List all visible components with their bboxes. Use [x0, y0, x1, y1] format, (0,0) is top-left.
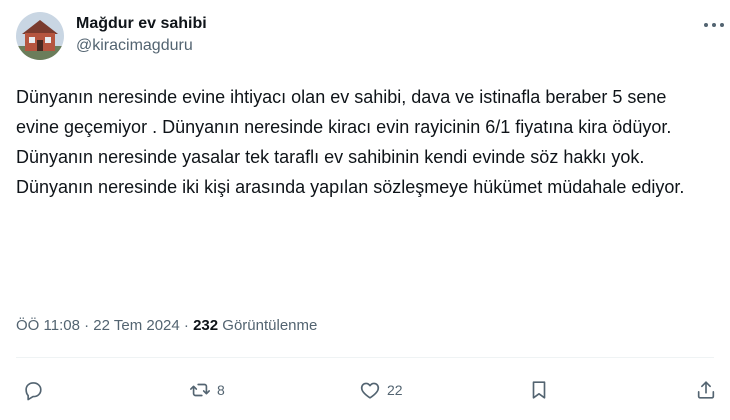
retweet-count: 8 — [217, 382, 225, 398]
retweet-button[interactable]: 8 — [189, 378, 225, 402]
share-icon — [697, 381, 715, 399]
house-photo-icon — [16, 12, 64, 60]
tweet-paragraph: Dünyanın neresinde iki kişi arasında yap… — [16, 177, 685, 197]
divider — [16, 357, 714, 358]
reply-button[interactable] — [22, 378, 44, 402]
heart-icon — [360, 382, 380, 399]
tweet-meta: ÖÖ 11:08 · 22 Tem 2024 · 232 Görüntülenm… — [16, 316, 317, 336]
reply-icon — [25, 382, 42, 401]
user-handle[interactable]: @kiracimagduru — [76, 36, 193, 56]
retweet-icon — [190, 383, 210, 397]
like-count: 22 — [387, 382, 403, 398]
bookmark-button[interactable] — [528, 378, 550, 402]
more-options-icon[interactable] — [700, 17, 728, 33]
share-button[interactable] — [695, 378, 717, 402]
tweet-paragraph: Dünyanın neresinde evine ihtiyacı olan e… — [16, 87, 672, 137]
meta-separator: · — [79, 317, 94, 334]
tweet-date[interactable]: 22 Tem 2024 — [93, 317, 179, 334]
like-button[interactable]: 22 — [359, 378, 403, 402]
avatar[interactable] — [16, 12, 64, 60]
views-label: Görüntülenme — [218, 317, 318, 334]
tweet-time[interactable]: ÖÖ 11:08 — [16, 317, 80, 334]
bookmark-icon — [532, 381, 546, 399]
tweet-paragraph: Dünyanın neresinde yasalar tek taraflı e… — [16, 147, 645, 167]
tweet-text: Dünyanın neresinde evine ihtiyacı olan e… — [16, 82, 696, 202]
meta-separator: · — [179, 317, 194, 334]
views-count: 232 — [193, 317, 219, 334]
display-name[interactable]: Mağdur ev sahibi — [76, 14, 207, 34]
